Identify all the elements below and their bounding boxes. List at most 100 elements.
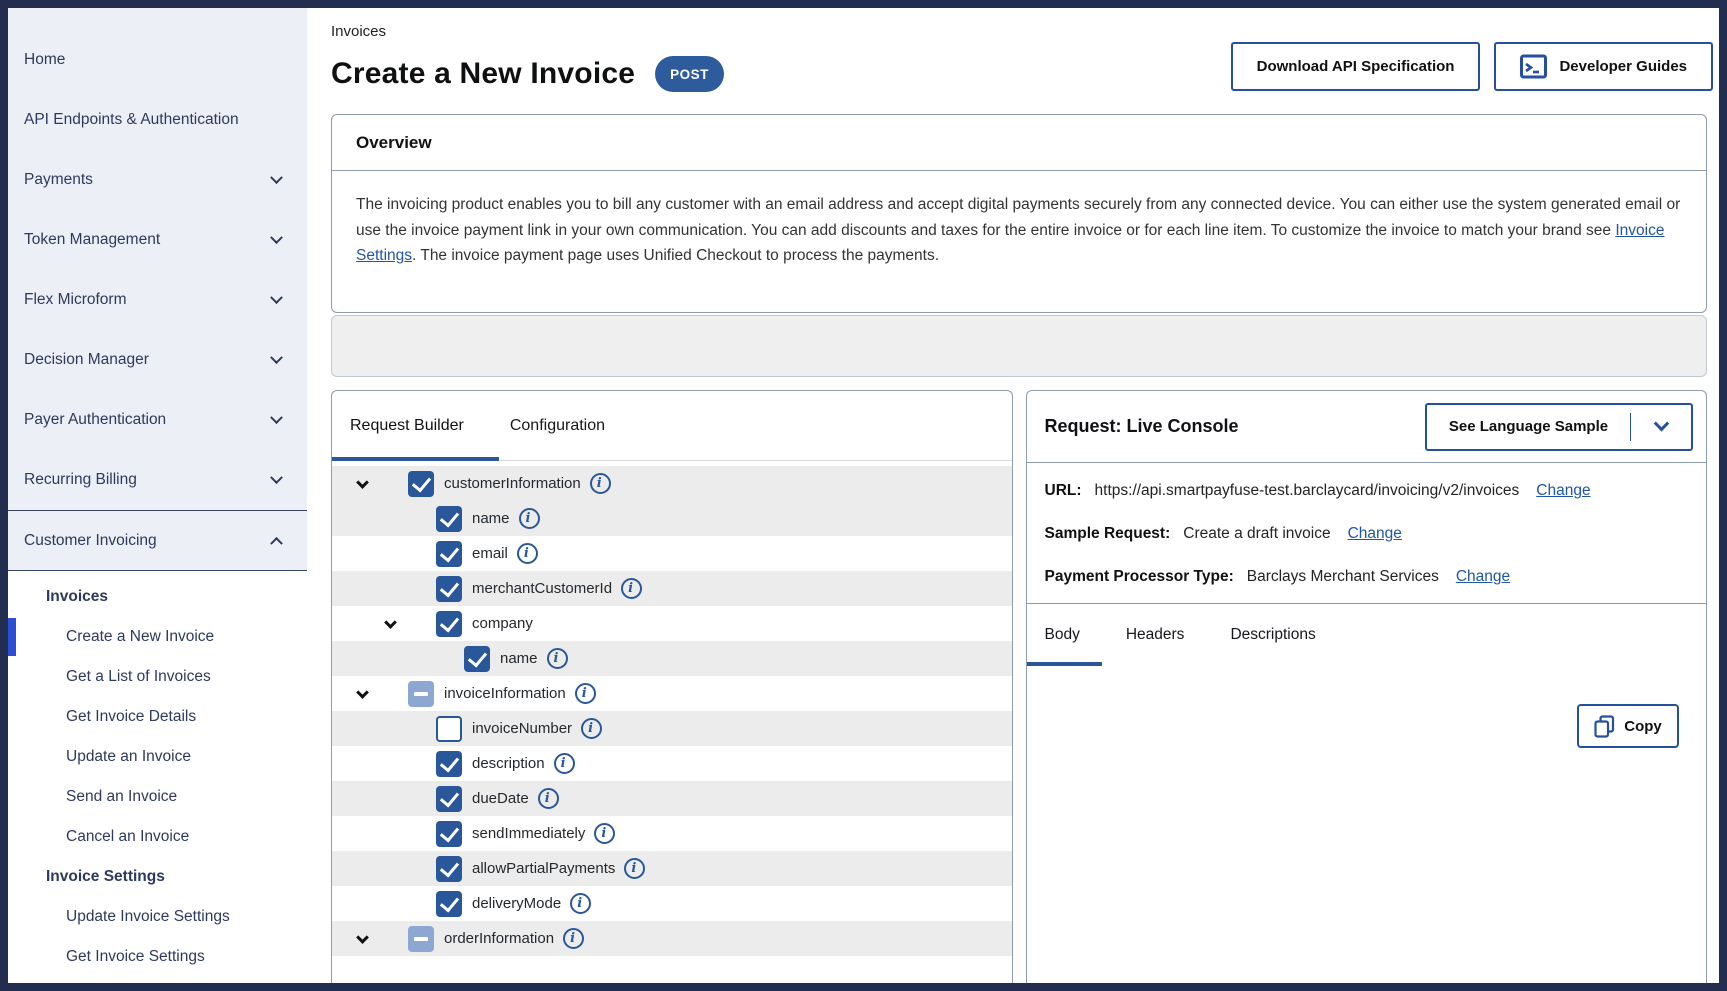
console-tabs: Body Headers Descriptions [1027,604,1707,666]
collapsed-section [331,315,1707,377]
tree-row: company [332,606,1012,641]
info-icon[interactable] [581,718,602,739]
download-api-spec-button[interactable]: Download API Specification [1231,42,1481,91]
info-icon[interactable] [563,928,584,949]
sidebar-item-home[interactable]: Home [8,30,307,90]
info-icon[interactable] [547,648,568,669]
sidebar-item-send-an-invoice[interactable]: Send an Invoice [8,777,307,817]
tree-row: sendImmediately [332,816,1012,851]
info-icon[interactable] [590,473,611,494]
sidebar-item-label: Decision Manager [24,351,149,369]
info-icon[interactable] [621,578,642,599]
checkbox-unchecked[interactable] [436,716,462,742]
field-label: invoiceInformation [444,685,566,702]
info-icon[interactable] [519,508,540,529]
sidebar-item-label: Flex Microform [24,291,126,309]
sidebar-item-label: Update an Invoice [66,748,191,766]
checkbox-checked[interactable] [436,506,462,532]
url-label: URL: [1045,480,1082,502]
tree-row: customerInformation [332,466,1012,501]
chevron-down-icon[interactable] [356,476,369,489]
sidebar-item-label: Cancel an Invoice [66,828,189,846]
tab-headers[interactable]: Headers [1126,626,1185,644]
sidebar-item-label: Get a List of Invoices [66,668,211,686]
info-icon[interactable] [570,893,591,914]
checkbox-checked[interactable] [436,856,462,882]
chevron-down-icon [1653,416,1669,432]
overview-text: The invoicing product enables you to bil… [332,171,1706,290]
chevron-down-icon[interactable] [356,931,369,944]
info-icon[interactable] [594,823,615,844]
sidebar-item-payer-authentication[interactable]: Payer Authentication [8,390,307,450]
sidebar-item-flex-microform[interactable]: Flex Microform [8,270,307,330]
change-url-link[interactable]: Change [1536,480,1590,502]
payment-processor-value: Barclays Merchant Services [1247,566,1439,588]
sidebar-item-get-invoice-settings[interactable]: Get Invoice Settings [8,937,307,977]
chevron-down-icon[interactable] [356,686,369,699]
checkbox-checked[interactable] [436,541,462,567]
panels-row: Request Builder Configuration customerIn… [331,390,1707,983]
url-row: URL: https://api.smartpayfuse-test.barcl… [1045,480,1685,502]
tree-row: deliveryMode [332,886,1012,921]
request-builder-panel: Request Builder Configuration customerIn… [331,390,1013,983]
field-label: deliveryMode [472,895,561,912]
change-sample-request-link[interactable]: Change [1348,523,1402,545]
checkbox-checked[interactable] [436,576,462,602]
sidebar-item-token-management[interactable]: Token Management [8,210,307,270]
sidebar-item-cancel-an-invoice[interactable]: Cancel an Invoice [8,817,307,857]
developer-guides-button[interactable]: Developer Guides [1494,42,1713,91]
chevron-down-icon [270,231,283,244]
tree-row: dueDate [332,781,1012,816]
checkbox-checked[interactable] [436,611,462,637]
sidebar-item-payments[interactable]: Payments [8,150,307,210]
tree-row: allowPartialPayments [332,851,1012,886]
checkbox-checked[interactable] [464,646,490,672]
info-icon[interactable] [554,753,575,774]
chevron-down-icon[interactable] [384,616,397,629]
info-icon[interactable] [538,788,559,809]
tree-row: email [332,536,1012,571]
sidebar-item-create-a-new-invoice[interactable]: Create a New Invoice [8,617,307,657]
sidebar-item-get-a-list-of-invoices[interactable]: Get a List of Invoices [8,657,307,697]
checkbox-checked[interactable] [436,821,462,847]
sidebar-item-update-invoice-settings[interactable]: Update Invoice Settings [8,897,307,937]
url-value: https://api.smartpayfuse-test.barclaycar… [1095,480,1520,502]
sidebar-item-api-endpoints[interactable]: API Endpoints & Authentication [8,90,307,150]
sidebar-item-label: Customer Invoicing [24,532,157,550]
sidebar-item-recurring-billing[interactable]: Recurring Billing [8,450,307,510]
checkbox-checked[interactable] [408,471,434,497]
see-language-sample-button[interactable]: See Language Sample [1425,403,1693,451]
tab-descriptions[interactable]: Descriptions [1230,626,1315,644]
checkbox-indeterminate[interactable] [408,681,434,707]
console-body: Copy [1027,666,1707,983]
sidebar-item-label: Get Invoice Details [66,708,196,726]
request-builder-tabs: Request Builder Configuration [332,391,1012,461]
info-icon[interactable] [575,683,596,704]
tab-request-builder[interactable]: Request Builder [350,417,464,435]
chevron-down-icon [270,351,283,364]
tab-body[interactable]: Body [1045,626,1080,644]
sidebar-item-label: Get Invoice Settings [66,948,205,966]
checkbox-checked[interactable] [436,751,462,777]
checkbox-checked[interactable] [436,786,462,812]
sidebar-item-get-invoice-details[interactable]: Get Invoice Details [8,697,307,737]
chevron-down-icon [270,291,283,304]
checkbox-checked[interactable] [436,891,462,917]
sidebar-item-update-an-invoice[interactable]: Update an Invoice [8,737,307,777]
overview-text-part: . The invoice payment page uses Unified … [412,247,939,264]
copy-button[interactable]: Copy [1577,704,1679,748]
active-tab-underline [332,457,499,461]
sidebar-item-decision-manager[interactable]: Decision Manager [8,330,307,390]
checkbox-indeterminate[interactable] [408,926,434,952]
field-label: name [472,510,510,527]
sidebar-item-customer-invoicing[interactable]: Customer Invoicing [8,511,307,570]
info-icon[interactable] [517,543,538,564]
button-label: See Language Sample [1427,418,1630,435]
breadcrumb[interactable]: Invoices [331,22,1707,42]
tree-row: invoiceNumber [332,711,1012,746]
info-icon[interactable] [624,858,645,879]
change-payment-processor-link[interactable]: Change [1456,566,1510,588]
language-dropdown-toggle[interactable] [1631,421,1691,432]
tree-row: merchantCustomerId [332,571,1012,606]
tab-configuration[interactable]: Configuration [510,417,605,435]
